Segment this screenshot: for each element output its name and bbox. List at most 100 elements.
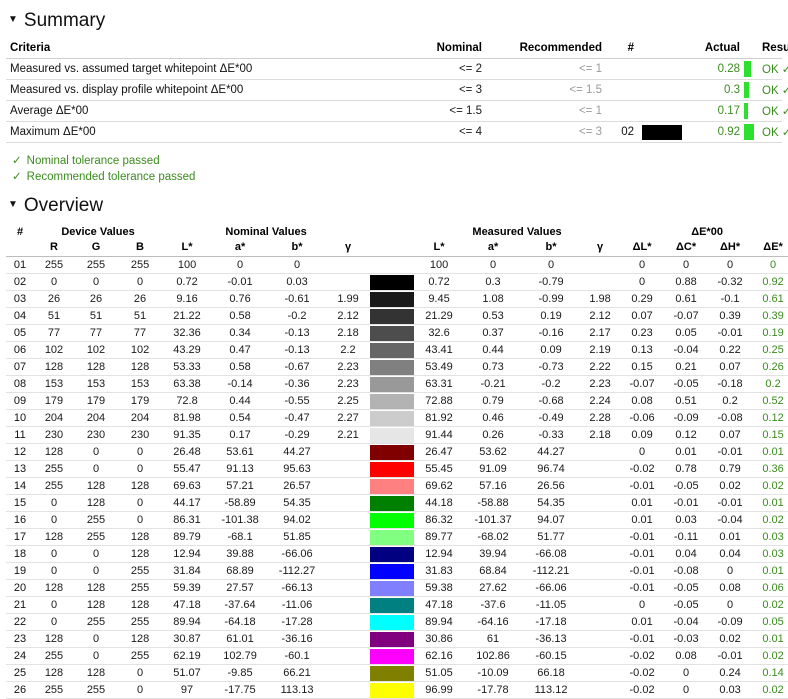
status-badge: OK ✓✓ <box>758 122 782 143</box>
row-index: 25 <box>6 665 34 682</box>
delta-C: 0.51 <box>664 393 708 410</box>
nominal-b: -0.13 <box>268 325 326 342</box>
measured-b: 51.77 <box>522 529 580 546</box>
nominal-gamma <box>326 274 370 291</box>
summary-actual: 0.17 <box>682 101 744 122</box>
color-swatch <box>370 376 414 393</box>
measured-b: -66.06 <box>522 580 580 597</box>
nominal-a: -0.14 <box>212 376 268 393</box>
row-index: 20 <box>6 580 34 597</box>
device-g: 0 <box>74 461 118 478</box>
table-row: 180012812.9439.88-66.0612.9439.94-66.08-… <box>6 546 788 563</box>
summary-number <box>606 101 638 122</box>
device-b: 102 <box>118 342 162 359</box>
delta-L: -0.06 <box>620 410 664 427</box>
summary-delta-bar <box>744 101 758 122</box>
overview-column-header-row: RGBL*a*b*γL*a*b*γΔL*ΔC*ΔH*ΔE* <box>6 240 788 257</box>
nominal-a: -17.75 <box>212 682 268 699</box>
device-b: 0 <box>118 495 162 512</box>
measured-a: -64.16 <box>464 614 522 631</box>
measured-a: -0.21 <box>464 376 522 393</box>
device-r: 0 <box>34 597 74 614</box>
summary-nominal: <= 4 <box>376 122 486 143</box>
measured-L: 63.31 <box>414 376 464 393</box>
row-index: 21 <box>6 597 34 614</box>
overview-section-header[interactable]: ▼ Overview <box>8 195 782 217</box>
delta-H: 0.01 <box>708 529 752 546</box>
device-b: 128 <box>118 529 162 546</box>
measured-b: -11.05 <box>522 597 580 614</box>
overview-column-label: γ <box>326 240 370 257</box>
measured-L: 21.29 <box>414 308 464 325</box>
nominal-a: 0.58 <box>212 359 268 376</box>
summary-actual: 0.92 <box>682 122 744 143</box>
delta-L: 0.29 <box>620 291 664 308</box>
color-swatch <box>370 393 414 410</box>
table-row: 150128044.17-58.8954.3544.18-58.8854.350… <box>6 495 788 512</box>
delta-C: -0.04 <box>664 342 708 359</box>
delta-C: 0 <box>664 682 708 699</box>
chevron-down-icon[interactable]: ▼ <box>8 200 18 210</box>
nominal-L: 43.29 <box>162 342 212 359</box>
overview-column-label: L* <box>414 240 464 257</box>
measured-gamma: 2.17 <box>580 325 620 342</box>
nominal-b: -0.36 <box>268 376 326 393</box>
measured-a: -58.88 <box>464 495 522 512</box>
measured-gamma <box>580 478 620 495</box>
nominal-gamma <box>326 563 370 580</box>
delta-E: 0.2 <box>752 376 788 393</box>
device-b: 26 <box>118 291 162 308</box>
table-row: 1712825512889.79-68.151.8589.77-68.0251.… <box>6 529 788 546</box>
nominal-b: -0.61 <box>268 291 326 308</box>
delta-H: 0.04 <box>708 546 752 563</box>
nominal-gamma <box>326 665 370 682</box>
device-r: 255 <box>34 682 74 699</box>
row-index: 17 <box>6 529 34 546</box>
summary-number <box>606 80 638 101</box>
measured-b: 94.07 <box>522 512 580 529</box>
measured-a: 68.84 <box>464 563 522 580</box>
delta-H: -0.18 <box>708 376 752 393</box>
nominal-L: 89.79 <box>162 529 212 546</box>
nominal-b: -0.29 <box>268 427 326 444</box>
swatch-fill <box>370 394 414 409</box>
swatch-fill <box>370 530 414 545</box>
swatch-fill <box>370 309 414 324</box>
summary-section-header[interactable]: ▼ Summary <box>8 10 782 32</box>
table-row: 121280026.4853.6144.2726.4753.6244.2700.… <box>6 444 788 461</box>
nominal-a: 61.01 <box>212 631 268 648</box>
table-row: 0712812812853.330.58-0.672.2353.490.73-0… <box>6 359 788 376</box>
nominal-a: 57.21 <box>212 478 268 495</box>
device-r: 102 <box>34 342 74 359</box>
measured-b: -0.49 <box>522 410 580 427</box>
chevron-down-icon[interactable]: ▼ <box>8 15 18 25</box>
delta-E: 0.26 <box>752 359 788 376</box>
color-swatch <box>370 580 414 597</box>
table-row: 132550055.4791.1395.6355.4591.0996.74-0.… <box>6 461 788 478</box>
nominal-a: 102.79 <box>212 648 268 665</box>
measured-b: -60.15 <box>522 648 580 665</box>
nominal-L: 44.17 <box>162 495 212 512</box>
delta-L: 0.01 <box>620 495 664 512</box>
measured-L: 44.18 <box>414 495 464 512</box>
delta-C: 0.01 <box>664 444 708 461</box>
measured-b: -66.08 <box>522 546 580 563</box>
nominal-b: 44.27 <box>268 444 326 461</box>
measured-L: 62.16 <box>414 648 464 665</box>
overview-group-label: ΔE*00 <box>620 225 788 240</box>
table-row: 032626269.160.76-0.611.999.451.08-0.991.… <box>6 291 788 308</box>
device-g: 255 <box>74 512 118 529</box>
color-swatch <box>370 682 414 699</box>
note-label: Recommended tolerance passed <box>27 169 196 185</box>
measured-a: 102.86 <box>464 648 522 665</box>
nominal-L: 47.18 <box>162 597 212 614</box>
device-b: 77 <box>118 325 162 342</box>
nominal-b: 0 <box>268 257 326 274</box>
measured-L: 86.32 <box>414 512 464 529</box>
measured-L: 81.92 <box>414 410 464 427</box>
nominal-L: 12.94 <box>162 546 212 563</box>
nominal-b: -17.28 <box>268 614 326 631</box>
delta-H: 0 <box>708 563 752 580</box>
measured-L: 26.47 <box>414 444 464 461</box>
delta-E: 0.25 <box>752 342 788 359</box>
